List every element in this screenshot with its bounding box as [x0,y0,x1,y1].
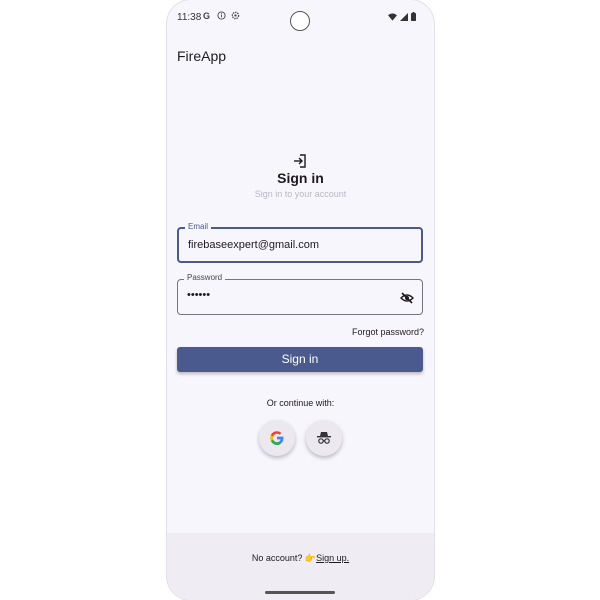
eye-off-icon[interactable] [400,291,414,305]
email-field[interactable]: Email [177,222,423,263]
signal-icon [400,12,408,21]
wifi-icon [388,12,397,21]
login-icon [294,154,306,168]
page-title: Sign in [277,170,324,186]
social-label: Or continue with: [266,398,335,408]
settings-icon [231,11,240,20]
google-icon: G [203,11,210,20]
svg-text:G: G [203,11,210,20]
password-label: Password [184,273,226,283]
phone-screen: 11:38 G FireApp Sign in Sign in to your … [167,0,434,600]
sign-up-link[interactable]: Sign up. [316,553,349,563]
footer: No account? 👉Sign up. [167,533,434,600]
info-icon [217,11,226,20]
sign-in-button[interactable]: Sign in [177,347,423,372]
status-time: 11:38 [177,12,202,23]
status-system-icons [388,12,416,21]
email-input[interactable] [188,239,388,251]
google-sign-in-button[interactable] [259,420,295,456]
status-bar: 11:38 G [167,0,434,36]
password-field[interactable]: Password •••••• [177,273,423,315]
signup-prompt: No account? 👉Sign up. [167,553,434,564]
pointing-hand-icon: 👉 [304,553,317,563]
app-title: FireApp [177,48,227,64]
forgot-password-link[interactable]: Forgot password? [352,327,424,337]
page-subtitle: Sign in to your account [254,189,347,199]
google-icon [270,431,284,445]
status-notification-icons: G [203,11,240,20]
camera-cutout [290,11,310,31]
battery-icon [411,12,416,21]
password-input[interactable]: •••••• [187,289,387,301]
no-account-text: No account? [251,553,305,563]
email-label: Email [185,222,212,232]
home-indicator[interactable] [265,591,335,594]
incognito-icon [317,432,331,444]
anonymous-sign-in-button[interactable] [306,420,342,456]
